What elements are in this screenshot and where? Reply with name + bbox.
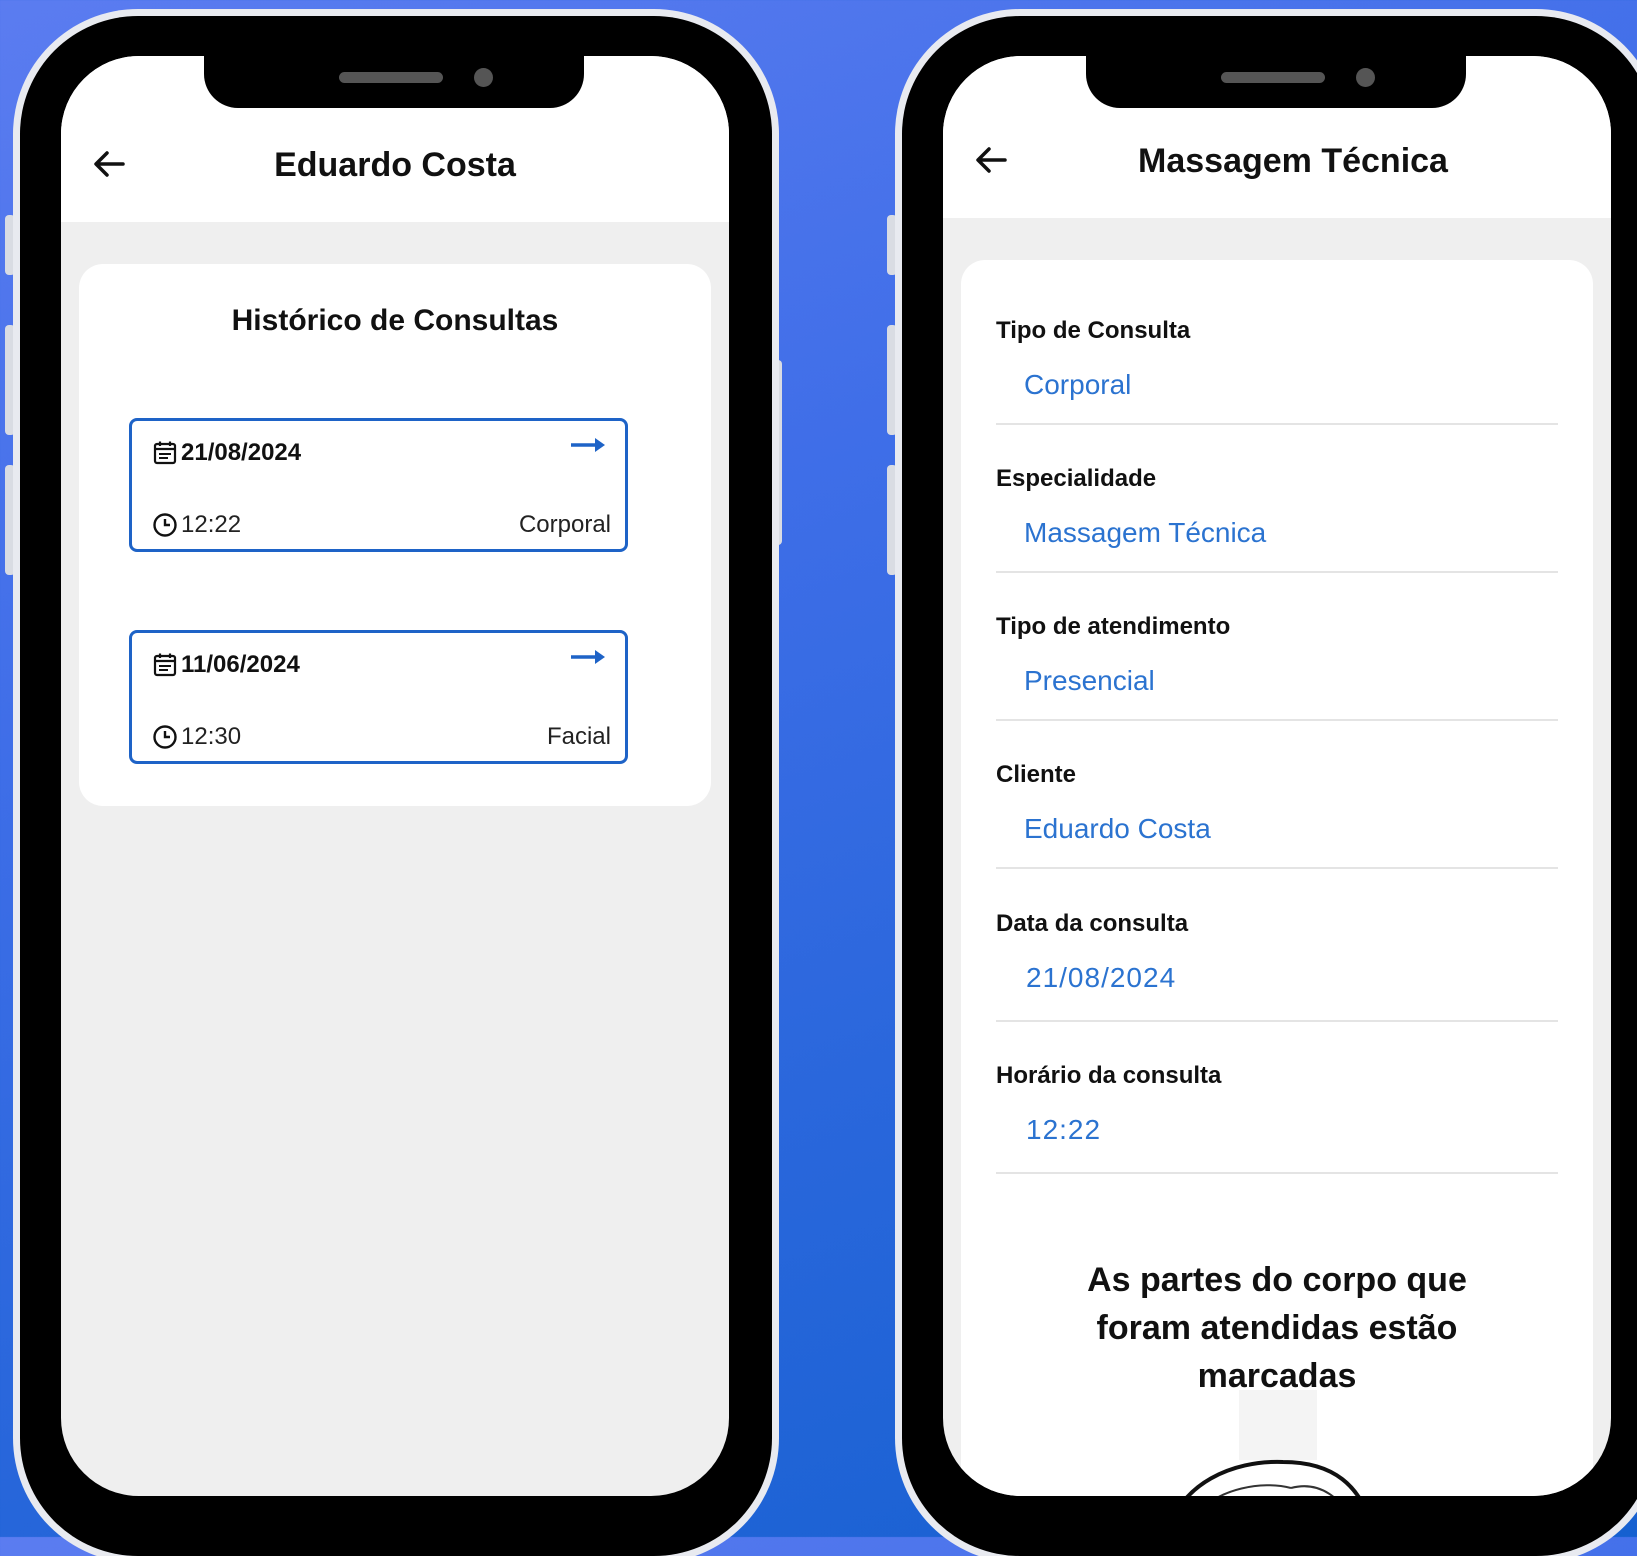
date-text: 21/08/2024 [181, 439, 302, 466]
consultation-date: 11/06/2024 [152, 651, 300, 679]
divider [996, 1172, 1558, 1174]
field-value: Massagem Técnica [1024, 517, 1267, 548]
field-value: 21/08/2024 [1026, 962, 1177, 993]
consultation-time: 12:22 [152, 511, 241, 539]
side-button [887, 465, 897, 575]
field-label: Tipo de Consulta [996, 317, 1191, 344]
page-title: Eduardo Costa [274, 146, 516, 184]
consultation-item[interactable]: 21/08/2024 12:22 Corporal [129, 418, 628, 552]
history-card: Histórico de Consultas 21/08/2024 12:22 … [79, 264, 711, 806]
side-button [5, 465, 15, 575]
side-button [5, 325, 15, 435]
time-text: 12:30 [181, 723, 242, 750]
field-data-consulta: Data da consulta 21/08/2024 [996, 910, 1558, 1022]
left-screen: Eduardo Costa Histórico de Consultas 21/… [61, 56, 729, 1496]
clock-icon [153, 513, 177, 537]
consultation-time: 12:30 [152, 723, 241, 751]
side-button [772, 360, 782, 545]
speaker [1221, 72, 1325, 83]
date-text: 11/06/2024 [181, 651, 300, 678]
field-horario-consulta: Horário da consulta 12:22 [996, 1062, 1558, 1174]
page-title: Massagem Técnica [1138, 142, 1448, 180]
consultation-type: Corporal [518, 511, 611, 538]
field-tipo-consulta: Tipo de Consulta Corporal [996, 317, 1558, 425]
arrow-right-icon [571, 650, 605, 664]
clock-icon [153, 725, 177, 749]
history-title: Histórico de Consultas [231, 304, 559, 337]
field-value: Corporal [1024, 369, 1132, 400]
calendar-icon [153, 441, 177, 465]
consultation-item[interactable]: 11/06/2024 12:30 Facial [129, 630, 628, 764]
side-button [5, 215, 15, 275]
divider [996, 423, 1558, 425]
field-value: Eduardo Costa [1024, 813, 1211, 844]
body-parts-title: As partes do corpo que foram atendidas e… [1087, 1261, 1467, 1395]
front-camera [474, 68, 493, 87]
calendar-icon [153, 653, 177, 677]
consultation-type: Facial [546, 723, 611, 750]
time-text: 12:22 [181, 511, 242, 538]
divider [996, 571, 1558, 573]
field-especialidade: Especialidade Massagem Técnica [996, 465, 1558, 573]
arrow-right-icon [571, 438, 605, 452]
body-diagram [1185, 1390, 1361, 1496]
front-camera [1356, 68, 1375, 87]
notch [204, 56, 584, 108]
field-label: Especialidade [996, 465, 1157, 492]
divider [996, 867, 1558, 869]
field-label: Data da consulta [996, 910, 1189, 937]
notch [1086, 56, 1466, 108]
right-screen: Massagem Técnica Tipo de Consulta Corpor… [943, 56, 1611, 1496]
field-cliente: Cliente Eduardo Costa [996, 761, 1558, 869]
divider [996, 719, 1558, 721]
details-card: Tipo de Consulta Corporal Especialidade … [961, 260, 1593, 1496]
side-button [887, 325, 897, 435]
field-tipo-atendimento: Tipo de atendimento Presencial [996, 613, 1558, 721]
speaker [339, 72, 443, 83]
side-button [887, 215, 897, 275]
field-value: Presencial [1024, 665, 1155, 696]
field-label: Horário da consulta [996, 1062, 1222, 1089]
consultation-date: 21/08/2024 [152, 439, 301, 467]
field-value: 12:22 [1026, 1114, 1102, 1145]
left-phone: Eduardo Costa Histórico de Consultas 21/… [20, 16, 772, 1556]
right-phone: Massagem Técnica Tipo de Consulta Corpor… [902, 16, 1637, 1556]
divider [996, 1020, 1558, 1022]
field-label: Tipo de atendimento [996, 613, 1231, 640]
field-label: Cliente [996, 761, 1077, 788]
